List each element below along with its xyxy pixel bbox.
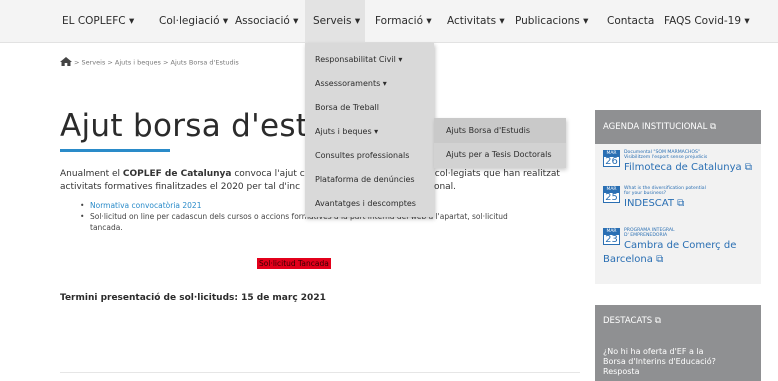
calendar-icon: MAR 23: [603, 228, 620, 245]
nav-item-collegiacio[interactable]: Col·legiació ▾: [159, 0, 228, 43]
nav-item-contacta[interactable]: Contacta: [607, 0, 654, 43]
event-item[interactable]: MAR 26 Documental "SOM MARMACHOS" Visibi…: [603, 150, 758, 180]
page-title: Ajut borsa d'estuc: [60, 108, 346, 144]
nav-item-faqs-covid[interactable]: FAQS Covid-19 ▾: [664, 0, 750, 43]
title-underline: [60, 149, 170, 152]
destacats-header[interactable]: DESTACATS ⧉: [603, 316, 661, 326]
menu-item-ajuts-i-beques[interactable]: Ajuts i beques ▾: [315, 127, 378, 136]
submenu-item-tesis-doctorals[interactable]: Ajuts per a Tesis Doctorals: [446, 150, 552, 159]
event-item[interactable]: MAR 23 PROGRAMA INTEGRAL D' EMPRENEDORIA…: [603, 228, 758, 278]
menu-item-plataforma-denuncies[interactable]: Plataforma de denúncies: [315, 175, 415, 184]
intro-text: Anualment el: [60, 169, 123, 179]
home-icon[interactable]: [60, 57, 72, 68]
event-venue[interactable]: INDESCAT ⧉: [624, 198, 684, 210]
calendar-icon: MAR 26: [603, 150, 620, 167]
nav-item-publicacions[interactable]: Publicacions ▾: [515, 0, 588, 43]
intro-text: ls col·legiats que han realitzat: [424, 169, 560, 179]
calendar-icon: MAR 25: [603, 186, 620, 203]
event-item[interactable]: MAR 25 What is the diversification poten…: [603, 186, 758, 216]
intro-org-name: COPLEF de Catalunya: [122, 169, 232, 179]
nav-item-serveis[interactable]: Serveis ▾: [305, 0, 365, 43]
agenda-header[interactable]: AGENDA INSTITUCIONAL ⧉: [595, 110, 761, 144]
event-description: PROGRAMA INTEGRAL D' EMPRENEDORIA: [624, 228, 675, 239]
deadline-text: Termini presentació de sol·licituds: 15 …: [60, 293, 326, 303]
menu-item-responsabilitat-civil[interactable]: Responsabilitat Civil ▾: [315, 55, 402, 64]
serveis-dropdown: Responsabilitat Civil ▾ Assessoraments ▾…: [305, 43, 434, 217]
agenda-events: MAR 26 Documental "SOM MARMACHOS" Visibi…: [595, 144, 761, 284]
event-venue[interactable]: Cambra de Comerç de: [624, 240, 736, 252]
event-venue[interactable]: Filmoteca de Catalunya ⧉: [624, 162, 752, 174]
top-navigation: EL COPLEFC ▾ Col·legiació ▾ Associació ▾…: [0, 0, 778, 43]
menu-item-consultes-professionals[interactable]: Consultes professionals: [315, 151, 409, 160]
info-list: Normativa convocatòria 2021 Sol·licitud …: [80, 200, 510, 233]
destacats-panel: DESTACATS ⧉ ¿No hi ha oferta d'EF a la B…: [595, 305, 761, 381]
intro-text: activitats formatives finalitzades el 20…: [60, 182, 301, 192]
list-item: Sol·licitud on line per cadascun dels cu…: [80, 211, 510, 233]
nav-item-associacio[interactable]: Associació ▾: [235, 0, 298, 43]
event-venue-continued[interactable]: Barcelona ⧉: [603, 254, 663, 266]
breadcrumb-path[interactable]: > Serveis > Ajuts i beques > Ajuts Borsa…: [74, 59, 239, 67]
menu-item-avantatges[interactable]: Avantatges i descomptes: [315, 199, 416, 208]
nav-item-formacio[interactable]: Formació ▾: [375, 0, 432, 43]
list-item: Normativa convocatòria 2021: [80, 200, 510, 211]
intro-text: convoca l'ajut c: [231, 169, 305, 179]
submenu-item-borsa-estudis[interactable]: Ajuts Borsa d'Estudis: [446, 126, 530, 135]
destacats-link[interactable]: ¿No hi ha oferta d'EF a la Borsa d'Inter…: [603, 347, 723, 377]
nav-item-el-coplefc[interactable]: EL COPLEFC ▾: [62, 0, 134, 43]
event-description: Documental "SOM MARMACHOS" Visibilitzem …: [624, 150, 708, 161]
normativa-link[interactable]: Normativa convocatòria 2021: [90, 201, 201, 210]
nav-item-activitats[interactable]: Activitats ▾: [447, 0, 505, 43]
breadcrumb: > Serveis > Ajuts i beques > Ajuts Borsa…: [60, 57, 239, 68]
event-description: What is the diversification potential fo…: [624, 186, 706, 197]
menu-item-borsa-de-treball[interactable]: Borsa de Treball: [315, 103, 379, 112]
status-badge: Sol·licitud Tancada: [257, 258, 331, 269]
ajuts-submenu: Ajuts Borsa d'Estudis Ajuts per a Tesis …: [434, 118, 566, 168]
menu-item-assessoraments[interactable]: Assessoraments ▾: [315, 79, 387, 88]
divider: [60, 372, 580, 373]
